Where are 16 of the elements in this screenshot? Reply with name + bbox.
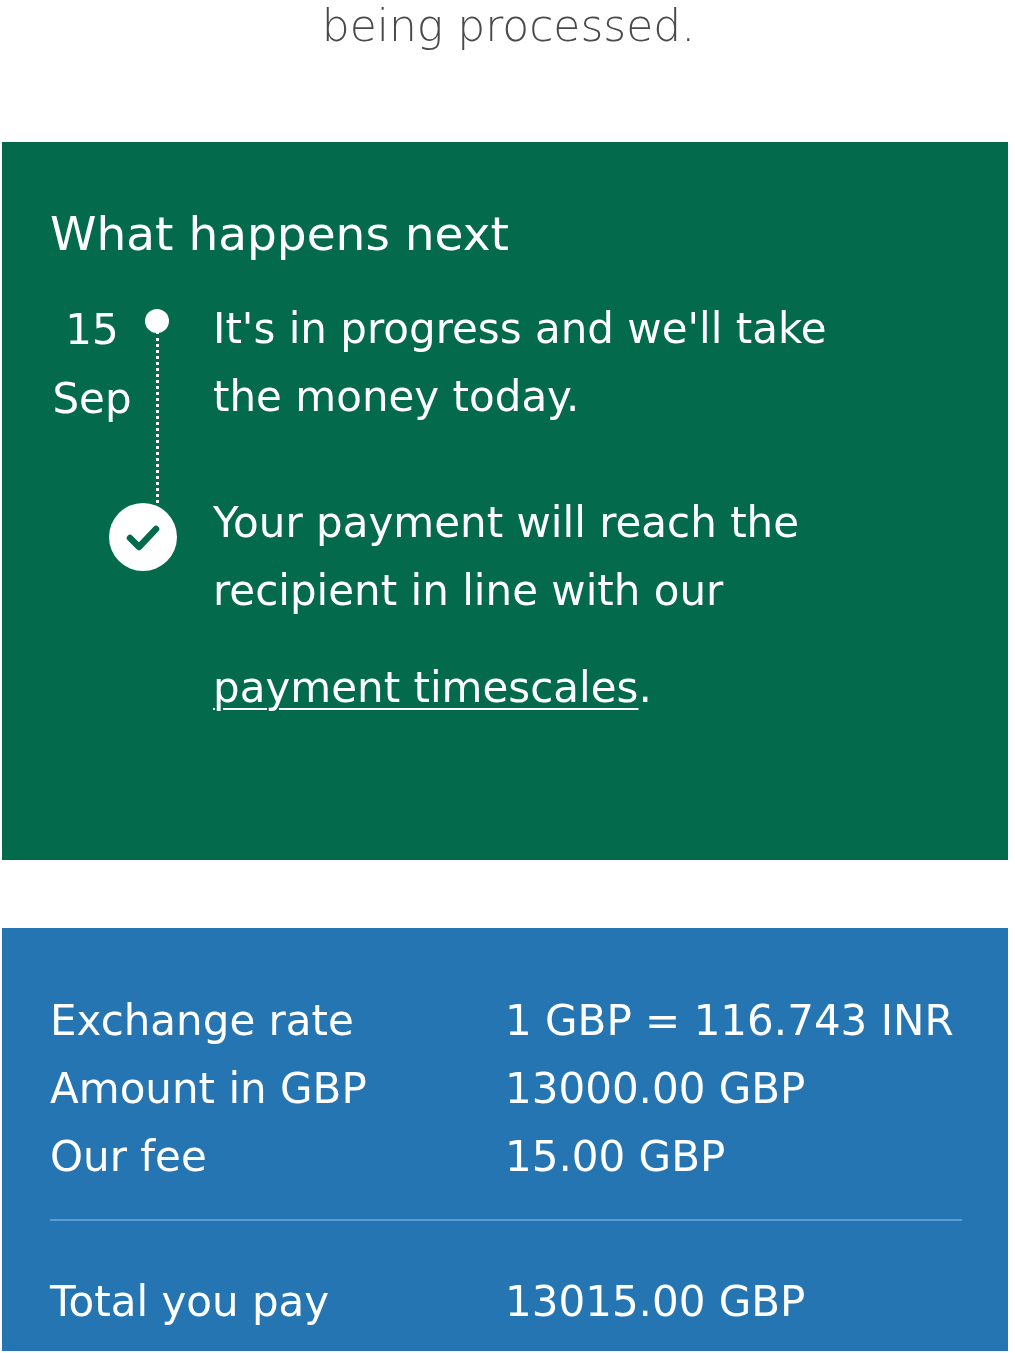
step-text: Your payment will reach the recipient in line with our payment timescales. bbox=[213, 489, 863, 722]
summary-value: 15.00 GBP bbox=[505, 1131, 727, 1183]
step-text: It's in progress and we'll take the money today. bbox=[213, 303, 828, 423]
total-label: Total you pay bbox=[50, 1276, 331, 1328]
summary-value: 1 GBP = 116.743 INR bbox=[505, 995, 955, 1047]
timescales-link[interactable]: payment timescales bbox=[213, 654, 639, 722]
summary-value: 13000.00 GBP bbox=[505, 1063, 807, 1115]
step-dot-icon bbox=[145, 309, 169, 333]
card-title: What happens next bbox=[50, 205, 510, 263]
summary-label: Amount in GBP bbox=[50, 1063, 368, 1115]
check-circle-icon bbox=[109, 503, 177, 571]
summary-label: Our fee bbox=[50, 1131, 208, 1183]
step-date: 15 Sep bbox=[51, 304, 133, 425]
total-value: 13015.00 GBP bbox=[505, 1276, 807, 1328]
summary-label: Exchange rate bbox=[50, 995, 355, 1047]
status-text: being processed. bbox=[321, 0, 696, 52]
